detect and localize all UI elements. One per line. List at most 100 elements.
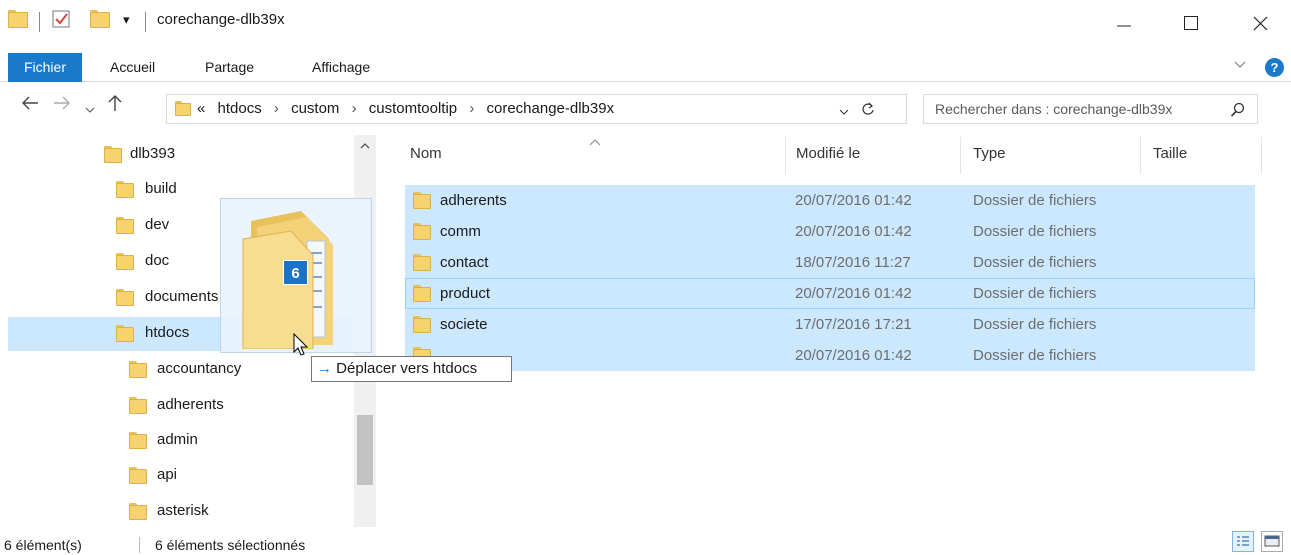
folder-icon: [413, 223, 431, 240]
folder-icon: [104, 146, 122, 163]
close-button[interactable]: [1232, 0, 1288, 46]
file-name: adherents: [440, 192, 507, 209]
search-input[interactable]: Rechercher dans : corechange-dlb39x: [935, 101, 1172, 117]
file-row[interactable]: product 20/07/2016 01:42 Dossier de fich…: [405, 278, 1255, 309]
file-row[interactable]: adherents 20/07/2016 01:42 Dossier de fi…: [405, 185, 1255, 216]
file-row[interactable]: 20/07/2016 01:42 Dossier de fichiers: [405, 340, 1255, 371]
file-name: contact: [440, 254, 489, 271]
file-modified: 20/07/2016 01:42: [795, 192, 912, 209]
help-icon[interactable]: ?: [1265, 58, 1284, 77]
minimize-button[interactable]: [1096, 0, 1152, 46]
file-row[interactable]: societe 17/07/2016 17:21 Dossier de fich…: [405, 309, 1255, 340]
nav-item-asterisk[interactable]: asterisk: [8, 495, 353, 527]
folder-icon: [116, 217, 134, 234]
nav-item-label: doc: [145, 252, 170, 269]
file-name: product: [440, 285, 491, 302]
title-bar: ▾ corechange-dlb39x: [0, 0, 1291, 46]
drag-tooltip: → Déplacer vers htdocs: [311, 356, 512, 382]
folder-icon: [129, 361, 147, 378]
nav-item-label: admin: [157, 431, 198, 448]
column-divider[interactable]: [1140, 137, 1141, 174]
nav-item-label: dlb393: [130, 145, 176, 162]
separator: [145, 12, 146, 32]
breadcrumb-separator-icon[interactable]: ›: [469, 100, 474, 117]
breadcrumb-htdocs[interactable]: htdocs: [218, 100, 262, 117]
folder-icon: [413, 254, 431, 271]
breadcrumb-separator-icon[interactable]: ›: [274, 100, 279, 117]
column-header-type[interactable]: Type: [973, 145, 1006, 173]
column-header-modified[interactable]: Modifié le: [796, 145, 860, 173]
file-type: Dossier de fichiers: [973, 223, 1097, 240]
column-divider[interactable]: [960, 137, 961, 174]
nav-item-label: htdocs: [145, 324, 190, 341]
folder-icon: [8, 10, 28, 28]
file-type: Dossier de fichiers: [973, 254, 1097, 271]
properties-icon[interactable]: [51, 9, 71, 29]
folder-icon: [413, 192, 431, 209]
window-title: corechange-dlb39x: [157, 11, 285, 28]
breadcrumb-separator-icon[interactable]: ›: [352, 100, 357, 117]
address-dropdown-icon[interactable]: [838, 104, 850, 121]
folder-icon: [116, 181, 134, 198]
column-divider[interactable]: [1261, 137, 1262, 174]
breadcrumb-custom[interactable]: custom: [291, 100, 339, 117]
file-name: societe: [440, 316, 488, 333]
tab-accueil[interactable]: Accueil: [100, 53, 165, 82]
ribbon: Fichier Accueil Partage Affichage ?: [0, 53, 1291, 82]
nav-item-api[interactable]: api: [8, 459, 353, 493]
column-divider[interactable]: [785, 137, 786, 174]
column-header-name[interactable]: Nom: [410, 145, 442, 173]
separator: [39, 12, 40, 32]
file-modified: 17/07/2016 17:21: [795, 316, 912, 333]
file-row[interactable]: comm 20/07/2016 01:42 Dossier de fichier…: [405, 216, 1255, 247]
recent-locations-icon[interactable]: [84, 98, 96, 121]
search-icon[interactable]: [1230, 102, 1246, 122]
selection-count: 6 éléments sélectionnés: [155, 537, 306, 553]
nav-item-label: dev: [145, 216, 170, 233]
file-modified: 20/07/2016 01:42: [795, 347, 912, 364]
details-view-button[interactable]: [1232, 531, 1254, 552]
column-header-size[interactable]: Taille: [1153, 145, 1187, 173]
large-icons-view-button[interactable]: [1261, 531, 1283, 552]
scroll-up-icon[interactable]: [360, 141, 370, 153]
expand-ribbon-icon[interactable]: [1234, 57, 1246, 73]
refresh-icon[interactable]: [860, 101, 876, 121]
search-box[interactable]: Rechercher dans : corechange-dlb39x: [923, 94, 1258, 124]
new-folder-icon[interactable]: [90, 10, 110, 28]
separator: [139, 537, 140, 553]
item-count: 6 élément(s): [4, 537, 82, 553]
drag-count-badge: 6: [283, 260, 308, 285]
tab-fichier[interactable]: Fichier: [8, 53, 82, 82]
nav-item-admin[interactable]: admin: [8, 424, 353, 458]
qat-dropdown-icon[interactable]: ▾: [123, 12, 130, 28]
tab-affichage[interactable]: Affichage: [302, 53, 380, 82]
file-type: Dossier de fichiers: [973, 347, 1097, 364]
scrollbar-thumb[interactable]: [357, 415, 373, 485]
nav-item-label: asterisk: [157, 502, 209, 519]
maximize-button[interactable]: [1163, 0, 1219, 46]
back-button[interactable]: [21, 94, 39, 118]
nav-item-adherents[interactable]: adherents: [8, 389, 353, 423]
file-type: Dossier de fichiers: [973, 285, 1097, 302]
breadcrumb-overflow[interactable]: «: [197, 100, 205, 117]
forward-button[interactable]: [53, 94, 71, 118]
nav-item-label: api: [157, 466, 178, 483]
up-button[interactable]: [106, 94, 124, 118]
arrow-right-icon: →: [317, 360, 332, 377]
status-bar: 6 élément(s) 6 éléments sélectionnés: [0, 532, 1291, 555]
breadcrumb-corechange[interactable]: corechange-dlb39x: [486, 100, 614, 117]
folder-icon: [413, 316, 431, 333]
folder-icon: [175, 101, 191, 116]
nav-item-label: documents: [145, 288, 219, 305]
file-type: Dossier de fichiers: [973, 192, 1097, 209]
nav-item-dlb393[interactable]: dlb393: [8, 138, 353, 172]
file-name: comm: [440, 223, 481, 240]
file-modified: 20/07/2016 01:42: [795, 285, 912, 302]
file-row[interactable]: contact 18/07/2016 11:27 Dossier de fich…: [405, 247, 1255, 278]
breadcrumb-customtooltip[interactable]: customtooltip: [369, 100, 457, 117]
address-bar[interactable]: « htdocs › custom › customtooltip › core…: [166, 94, 907, 124]
folder-icon: [116, 289, 134, 306]
tab-partage[interactable]: Partage: [195, 53, 264, 82]
mouse-cursor-icon: [293, 332, 309, 361]
folder-icon: [129, 397, 147, 414]
